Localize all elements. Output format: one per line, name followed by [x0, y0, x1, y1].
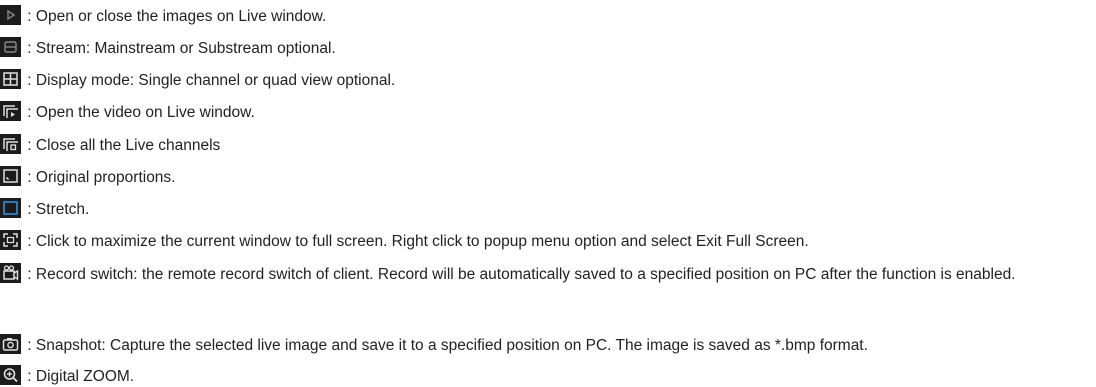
item-text: : Open or close the images on Live windo…	[23, 8, 327, 25]
item-text: : Stream: Mainstream or Substream option…	[23, 40, 336, 57]
list-item: : Open the video on Live window.	[0, 101, 1090, 123]
display-mode-icon	[0, 69, 21, 89]
item-text: : Close all the Live channels	[23, 137, 221, 154]
zoom-in-icon	[0, 365, 21, 385]
list-item: : Original proportions.	[0, 166, 1090, 188]
open-video-icon	[0, 101, 21, 121]
item-text: : Original proportions.	[23, 169, 176, 186]
item-text: : Click to maximize the current window t…	[23, 233, 809, 250]
list-item: : Stream: Mainstream or Substream option…	[0, 37, 1090, 59]
snapshot-icon	[0, 334, 21, 354]
fullscreen-icon	[0, 230, 21, 250]
list-item: : Click to maximize the current window t…	[0, 230, 1090, 252]
play-icon	[0, 5, 21, 25]
item-text: : Digital ZOOM.	[23, 368, 135, 385]
record-icon	[0, 263, 21, 283]
stream-icon	[0, 37, 21, 57]
item-text: : Stretch.	[23, 201, 90, 218]
original-proportions-icon	[0, 166, 21, 186]
list-item: : Open or close the images on Live windo…	[0, 5, 1090, 27]
item-text: : Open the video on Live window.	[23, 104, 255, 121]
item-text: : Snapshot: Capture the selected live im…	[23, 337, 868, 354]
list-item: : Snapshot: Capture the selected live im…	[0, 334, 1090, 356]
list-item: : Close all the Live channels	[0, 134, 1090, 156]
item-text: : Record switch: the remote record switc…	[23, 266, 1016, 283]
list-item: : Stretch.	[0, 198, 1090, 220]
close-all-channels-icon	[0, 134, 21, 154]
item-text: : Display mode: Single channel or quad v…	[23, 72, 396, 89]
stretch-icon	[0, 198, 21, 218]
list-item: : Display mode: Single channel or quad v…	[0, 69, 1090, 91]
list-item: : Digital ZOOM.	[0, 365, 1090, 387]
list-item: : Record switch: the remote record switc…	[0, 263, 1090, 285]
